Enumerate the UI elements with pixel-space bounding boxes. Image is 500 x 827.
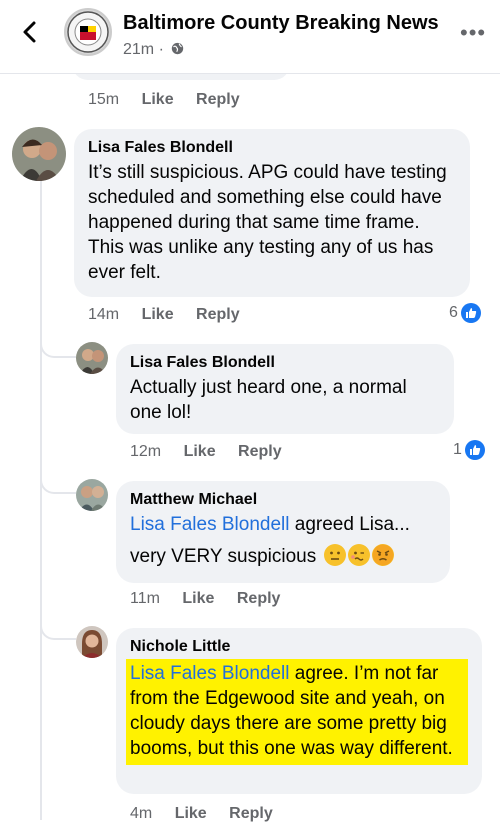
page-avatar[interactable] [64,8,112,56]
thread-connector [40,330,76,358]
thread-connector [40,612,76,640]
comment-author[interactable]: Lisa Fales Blondell [88,139,456,157]
mention-link[interactable]: Lisa Fales Blondell [130,663,289,684]
comment-text: It’s still suspicious. APG could have te… [88,162,447,283]
comment-text: Actually just heard one, a normal one lo… [130,377,407,423]
comment-time[interactable]: 15m [88,91,119,108]
reaction-count[interactable]: 6 [449,303,481,323]
like-button[interactable]: Like [184,443,216,460]
comment-time[interactable]: 12m [130,443,161,460]
comment-actions: 4m Like Reply [130,805,291,823]
thumbs-up-icon [460,303,481,323]
comment-author[interactable]: Nichole Little [130,638,468,656]
reaction-number: 1 [453,441,462,458]
comment-text-part: very VERY suspicious [130,546,317,567]
thread-connector [40,466,76,494]
neutral-face-emoji [323,544,346,566]
comment-time[interactable]: 11m [130,590,160,607]
thumbs-up-icon [464,440,485,460]
avatar[interactable] [76,626,108,658]
comment-text-part: agreed Lisa... [289,514,410,535]
avatar[interactable] [76,479,108,511]
like-button[interactable]: Like [175,805,207,822]
like-button[interactable]: Like [142,91,174,108]
reply-button[interactable]: Reply [237,590,281,607]
post-header: Baltimore County Breaking News 21m · ••• [0,0,500,74]
reaction-count[interactable]: 1 [453,440,485,460]
comment-text-line: very VERY suspicious [130,544,436,569]
comment-actions: 11m Like Reply [130,590,298,608]
avatar[interactable] [12,127,66,181]
reply-button[interactable]: Reply [229,805,273,822]
chevron-left-icon[interactable] [18,20,42,44]
comment-actions: 15m Like Reply [88,91,258,109]
avatar[interactable] [76,342,108,374]
reaction-number: 6 [449,304,458,321]
reply-button[interactable]: Reply [196,91,240,108]
comment-bubble: Lisa Fales Blondell It’s still suspiciou… [74,129,470,297]
comment-author[interactable]: Lisa Fales Blondell [130,354,440,372]
post-meta: 21m · [123,41,184,59]
comment-actions: 14m Like Reply [88,306,258,324]
globe-icon [172,42,184,55]
reply-button[interactable]: Reply [196,306,240,323]
like-button[interactable]: Like [142,306,174,323]
comment-time[interactable]: 4m [130,805,152,822]
more-dots-icon[interactable]: ••• [460,22,486,44]
comment-bubble: Lisa Fales Blondell Actually just heard … [116,344,454,434]
comment-author[interactable]: Matthew Michael [130,491,436,509]
like-button[interactable]: Like [182,590,214,607]
post-time[interactable]: 21m · [123,41,164,58]
angry-face-emoji [371,544,394,566]
reply-button[interactable]: Reply [238,443,282,460]
highlighted-comment-text: Lisa Fales Blondell agree. I’m not far f… [126,659,468,765]
comment-time[interactable]: 14m [88,306,119,323]
comment-bubble: Matthew Michael Lisa Fales Blondell agre… [116,481,450,583]
thread-line [40,180,42,820]
page-name[interactable]: Baltimore County Breaking News [123,12,439,35]
woozy-face-emoji [347,544,370,566]
mention-link[interactable]: Lisa Fales Blondell [130,514,289,535]
comment-actions: 12m Like Reply [130,443,300,461]
comment-text: Lisa Fales Blondell agreed Lisa... [130,512,436,537]
comment-bubble: Nichole Little Lisa Fales Blondell agree… [116,628,482,794]
